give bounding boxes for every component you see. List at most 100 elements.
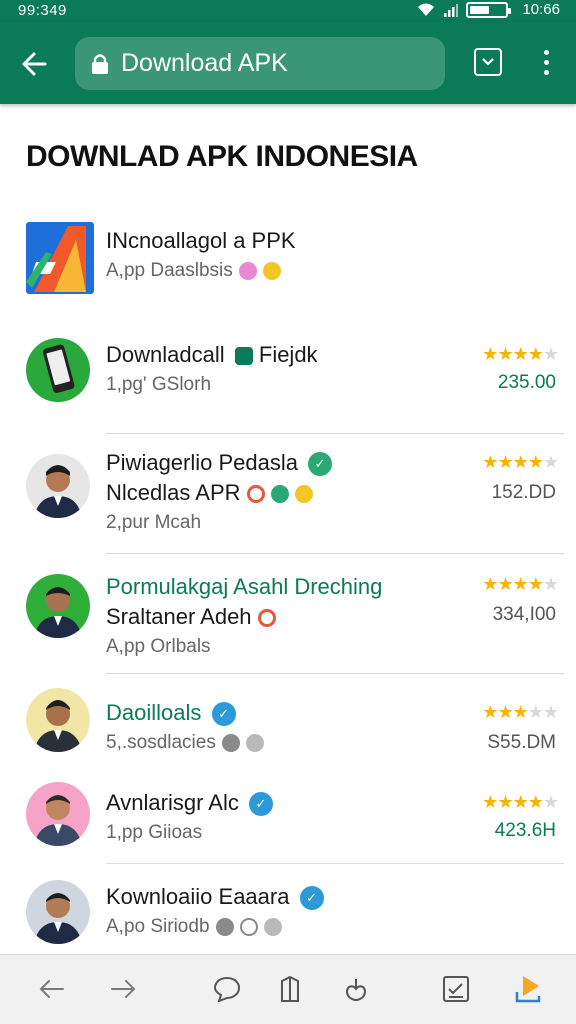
- lock-icon: [91, 53, 109, 75]
- overflow-menu-button[interactable]: [532, 42, 560, 82]
- item-subtitle: A,pp Daaslbsis: [106, 260, 281, 282]
- ring-icon: [239, 918, 258, 936]
- chat-button[interactable]: [207, 969, 247, 1009]
- star-filled-icon: ★: [482, 344, 498, 364]
- item-title-text: Avnlarisgr Alc: [106, 790, 239, 815]
- star-filled-icon: ★: [527, 574, 544, 594]
- star-filled-icon: ★: [497, 702, 513, 722]
- avatar: [26, 574, 90, 638]
- tasks-button[interactable]: [436, 969, 476, 1009]
- share-button[interactable]: [336, 969, 376, 1009]
- star-filled-icon: ★: [482, 792, 498, 812]
- back-button[interactable]: [14, 44, 54, 84]
- wifi-icon: [418, 3, 435, 16]
- battery-icon: [466, 1, 512, 18]
- star-empty-icon: ★: [542, 792, 559, 812]
- item-title-text: Kownloaiio Eaaara: [106, 884, 290, 909]
- star-filled-icon: ★: [497, 792, 513, 812]
- bookmark-button[interactable]: [270, 969, 310, 1009]
- item-subtitle-text: A,po Siriodb: [106, 916, 210, 937]
- list-item[interactable]: INcnoallagol a PPK A,pp Daaslbsis: [0, 210, 576, 310]
- list-item[interactable]: Downladcall Fiejdk 1,pg' GSlorh ★★★★★ 23…: [0, 328, 576, 434]
- item-subtitle: 1,pp Giioas: [106, 822, 203, 843]
- nav-back-button[interactable]: [32, 969, 72, 1009]
- star-filled-icon: ★: [512, 792, 529, 812]
- checklist-icon: [443, 976, 469, 1002]
- chat-bubble-icon: [213, 976, 241, 1002]
- arrow-left-icon: [39, 980, 64, 998]
- rating-stars: ★★★★★: [482, 452, 559, 473]
- list-item[interactable]: Daoilloals ✓ 5,.sosdlacies ★★★★★ S55.DM: [0, 674, 576, 770]
- verified-badge-icon: ✓: [299, 886, 324, 911]
- list-item[interactable]: Kownloaiio Eaaara ✓ A,po Siriodb: [0, 864, 576, 954]
- item-subtitle: A,pp Orlbals: [106, 636, 211, 657]
- list-item[interactable]: Avnlarisgr Alc ✓ 1,pp Giioas ★★★★★ 423.6…: [0, 770, 576, 864]
- item-title-text: Piwiagerlio Pedasla: [106, 450, 298, 475]
- play-button[interactable]: [508, 969, 548, 1009]
- star-filled-icon: ★: [482, 574, 498, 594]
- item-title: Daoilloals ✓: [106, 700, 236, 727]
- item-price: 235.00: [497, 372, 556, 393]
- star-filled-icon: ★: [527, 344, 544, 364]
- item-subtitle: 2,pur Mcah: [106, 512, 202, 533]
- star-filled-icon: ★: [482, 702, 498, 722]
- chevron-down-icon: [482, 58, 494, 66]
- yellow-flower-icon: [294, 485, 313, 504]
- download-button[interactable]: [474, 48, 502, 76]
- star-filled-icon: ★: [512, 344, 529, 364]
- gray-dot-icon: [221, 734, 240, 752]
- browser-toolbar: Download APK: [0, 22, 576, 104]
- url-bar[interactable]: Download APK: [75, 37, 445, 90]
- signal-icon: [444, 3, 459, 17]
- star-filled-icon: ★: [527, 792, 544, 812]
- item-price: 152.DD: [491, 482, 556, 503]
- nav-forward-button[interactable]: [103, 969, 143, 1009]
- avatar: [26, 880, 90, 944]
- item-price: 334,I00: [492, 604, 556, 625]
- heart-icon: [245, 734, 264, 752]
- rating-stars: ★★★★★: [482, 574, 559, 595]
- item-subtitle-text: 5,.sosdlacies: [106, 732, 216, 753]
- menu-dot-icon: [543, 49, 549, 55]
- status-bar: 99:349 10:66: [0, 0, 576, 22]
- item-title: Pormulakgaj Asahl Dreching: [106, 574, 383, 599]
- item-price: S55.DM: [487, 732, 556, 753]
- leaf-badge-icon: [234, 347, 253, 366]
- orange-ring-icon: [246, 485, 265, 504]
- item-price: 423.6H: [494, 820, 556, 841]
- item-title-line2: Nlcedlas APR: [106, 480, 313, 506]
- heart-icon: [263, 918, 282, 936]
- avatar: [26, 782, 90, 846]
- avatar: [26, 454, 90, 518]
- bottom-toolbar: [0, 954, 576, 1024]
- item-title: Downladcall Fiejdk: [106, 342, 318, 368]
- list-item[interactable]: Piwiagerlio Pedasla ✓ Nlcedlas APR 2,pur…: [0, 434, 576, 554]
- item-subtitle: A,po Siriodb: [106, 916, 282, 938]
- verified-badge-icon: ✓: [249, 792, 273, 817]
- star-filled-icon: ★: [512, 574, 529, 594]
- star-filled-icon: ★: [497, 452, 513, 472]
- star-filled-icon: ★: [527, 452, 544, 472]
- verified-badge-icon: ✓: [211, 702, 236, 727]
- star-filled-icon: ★: [512, 702, 529, 722]
- list-item[interactable]: Pormulakgaj Asahl Dreching Sraltaner Ade…: [0, 554, 576, 674]
- star-filled-icon: ★: [512, 452, 529, 472]
- app-icon: [26, 222, 94, 294]
- item-title-text: Daoilloals: [106, 700, 202, 725]
- star-filled-icon: ★: [482, 452, 498, 472]
- green-dot-icon: [270, 485, 289, 504]
- url-text: Download APK: [121, 49, 288, 77]
- gray-dot-icon: [215, 918, 234, 936]
- page-title: DOWNLAD APK INDONESIA: [26, 140, 418, 173]
- phone-app-icon: [26, 338, 90, 402]
- item-subtitle-text: A,pp Daaslbsis: [106, 260, 233, 281]
- star-empty-icon: ★: [542, 574, 559, 594]
- yellow-flower-icon: [262, 262, 281, 280]
- item-title: Kownloaiio Eaaara ✓: [106, 884, 324, 911]
- star-empty-icon: ★: [542, 452, 559, 472]
- arrow-left-icon: [22, 52, 47, 76]
- status-time-right: 10:66: [522, 1, 560, 18]
- item-subtitle: 5,.sosdlacies: [106, 732, 264, 754]
- item-title-suffix: Fiejdk: [258, 342, 318, 367]
- star-empty-icon: ★: [542, 702, 559, 722]
